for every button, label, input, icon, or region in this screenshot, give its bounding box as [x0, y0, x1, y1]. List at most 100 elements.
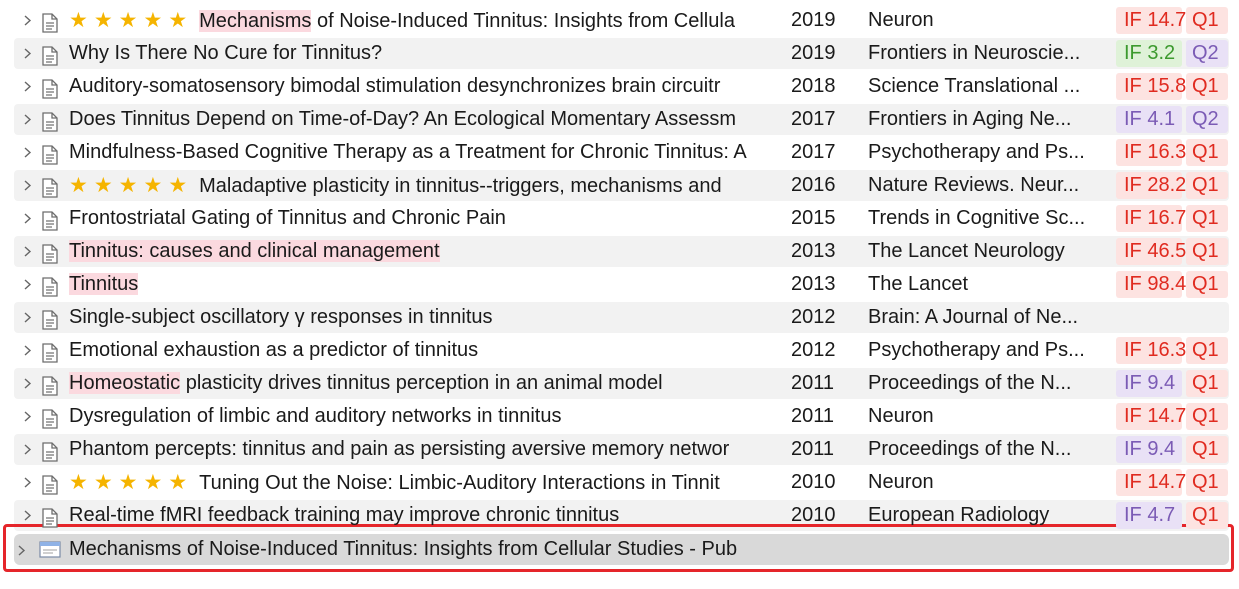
chevron-right-icon[interactable]	[20, 70, 34, 103]
chevron-right-icon[interactable]	[20, 433, 34, 466]
chevron-right-icon[interactable]	[20, 301, 34, 334]
chevron-right-icon[interactable]	[20, 169, 34, 202]
document-icon	[41, 110, 59, 132]
chevron-right-icon[interactable]	[20, 4, 34, 37]
item-journal: Psychotherapy and Ps...	[868, 141, 1085, 163]
list-item[interactable]: ★ ★ ★ ★ ★ Tuning Out the Noise: Limbic-Audito…	[0, 466, 1239, 499]
document-icon	[41, 77, 59, 99]
document-icon	[41, 11, 59, 33]
item-journal: Proceedings of the N...	[868, 438, 1072, 460]
star-icon: ★	[93, 9, 113, 32]
star-icon: ★	[118, 174, 138, 197]
list-item[interactable]: Single-subject oscillatory γ responses i…	[0, 301, 1239, 334]
item-journal: Frontiers in Aging Ne...	[868, 108, 1072, 130]
quartile-badge: Q1	[1186, 238, 1228, 265]
impact-factor-badge: IF 14.7	[1116, 7, 1186, 34]
document-icon	[41, 473, 59, 495]
impact-factor-badge: IF 9.4	[1116, 436, 1182, 463]
title-highlight: Homeostatic	[69, 372, 181, 394]
title-text: Dysregulation of limbic and auditory net…	[69, 405, 562, 427]
document-icon	[41, 209, 59, 231]
title-highlight: Tinnitus	[69, 273, 139, 295]
chevron-right-icon[interactable]	[20, 235, 34, 268]
chevron-right-icon[interactable]	[20, 37, 34, 70]
list-item[interactable]: Homeostatic plasticity drives tinnitus p…	[0, 367, 1239, 400]
quartile-badge: Q1	[1186, 469, 1228, 496]
item-year: 2011	[791, 405, 835, 427]
quartile-badge: Q1	[1186, 436, 1228, 463]
list-item[interactable]: Why Is There No Cure for Tinnitus? 2019 Fr…	[0, 37, 1239, 70]
list-item[interactable]: ★ ★ ★ ★ ★ Mechanisms of Noise-Induced Tinnitu…	[0, 4, 1239, 37]
star-icon: ★	[168, 471, 188, 494]
impact-factor-badge: IF 28.2	[1116, 172, 1186, 199]
item-journal: Proceedings of the N...	[868, 372, 1072, 394]
chevron-right-icon[interactable]	[20, 400, 34, 433]
quartile-badge: Q1	[1186, 7, 1228, 34]
item-year: 2011	[791, 438, 835, 460]
item-journal: Brain: A Journal of Ne...	[868, 306, 1079, 328]
item-title: Phantom percepts: tinnitus and pain as p…	[69, 433, 767, 466]
title-text: of Noise-Induced Tinnitus: Insights from…	[311, 10, 735, 32]
item-title: Does Tinnitus Depend on Time-of-Day? An …	[69, 103, 767, 136]
chevron-right-icon[interactable]	[20, 103, 34, 136]
quartile-badge: Q2	[1186, 106, 1228, 133]
title-text: Auditory-somatosensory bimodal stimulati…	[69, 75, 721, 97]
list-item[interactable]: Emotional exhaustion as a predictor of t…	[0, 334, 1239, 367]
title-text: Emotional exhaustion as a predictor of t…	[69, 339, 479, 361]
impact-factor-badge: IF 4.7	[1116, 502, 1182, 529]
title-text: Phantom percepts: tinnitus and pain as p…	[69, 438, 730, 460]
title-highlight: Mechanisms	[199, 10, 312, 32]
star-icon: ★	[118, 471, 138, 494]
item-journal: Neuron	[868, 9, 934, 31]
list-item[interactable]: Does Tinnitus Depend on Time-of-Day? An …	[0, 103, 1239, 136]
item-title: ★ ★ ★ ★ ★ Tuning Out the Noise: Limbic-Audito…	[69, 466, 767, 499]
quartile-badge: Q1	[1186, 337, 1228, 364]
document-icon	[41, 506, 59, 528]
title-text: Maladaptive plasticity in tinnitus--trig…	[199, 175, 722, 197]
document-icon	[41, 374, 59, 396]
chevron-right-icon[interactable]	[20, 136, 34, 169]
item-title: Emotional exhaustion as a predictor of t…	[69, 334, 767, 367]
document-icon	[41, 143, 59, 165]
star-icon: ★	[168, 9, 188, 32]
item-year: 2010	[791, 504, 836, 526]
list-item[interactable]: Auditory-somatosensory bimodal stimulati…	[0, 70, 1239, 103]
list-item[interactable]: ★ ★ ★ ★ ★ Maladaptive plasticity in tinnitus-…	[0, 169, 1239, 202]
list-item[interactable]: Frontostriatal Gating of Tinnitus and Ch…	[0, 202, 1239, 235]
item-year: 2019	[791, 42, 836, 64]
list-item[interactable]: Tinnitus 2013 The Lancet IF 98.4 Q1	[0, 268, 1239, 301]
selected-item-row[interactable]: Mechanisms of Noise-Induced Tinnitus: In…	[14, 534, 1229, 565]
star-icon: ★	[143, 471, 163, 494]
item-title: Mindfulness-Based Cognitive Therapy as a…	[69, 136, 767, 169]
chevron-right-icon[interactable]	[20, 367, 34, 400]
document-icon	[41, 176, 59, 198]
title-text: Tuning Out the Noise: Limbic-Auditory In…	[199, 472, 720, 494]
star-icon: ★	[168, 174, 188, 197]
document-icon	[41, 440, 59, 462]
quartile-badge: Q1	[1186, 73, 1228, 100]
chevron-right-icon[interactable]	[20, 268, 34, 301]
item-title: ★ ★ ★ ★ ★ Maladaptive plasticity in tinnitus-…	[69, 169, 767, 202]
star-icon: ★	[93, 471, 113, 494]
list-item[interactable]: Mindfulness-Based Cognitive Therapy as a…	[0, 136, 1239, 169]
chevron-right-icon[interactable]	[20, 466, 34, 499]
list-item[interactable]: Tinnitus: causes and clinical management…	[0, 235, 1239, 268]
item-year: 2011	[791, 372, 835, 394]
star-icon: ★	[69, 174, 88, 197]
star-icon: ★	[69, 9, 88, 32]
quartile-badge: Q1	[1186, 403, 1228, 430]
document-icon	[41, 407, 59, 429]
list-item[interactable]: Phantom percepts: tinnitus and pain as p…	[0, 433, 1239, 466]
item-year: 2016	[791, 174, 836, 196]
chevron-right-icon[interactable]	[20, 334, 34, 367]
document-icon	[41, 44, 59, 66]
chevron-right-icon[interactable]	[20, 202, 34, 235]
title-text: Why Is There No Cure for Tinnitus?	[69, 42, 383, 64]
list-item[interactable]: Real-time fMRI feedback training may imp…	[0, 499, 1239, 532]
list-item[interactable]: Dysregulation of limbic and auditory net…	[0, 400, 1239, 433]
item-title: Dysregulation of limbic and auditory net…	[69, 400, 767, 433]
impact-factor-badge: IF 98.4	[1116, 271, 1186, 298]
star-icon: ★	[93, 174, 113, 197]
chevron-right-icon[interactable]	[20, 499, 34, 532]
impact-factor-badge: IF 16.3	[1116, 337, 1186, 364]
